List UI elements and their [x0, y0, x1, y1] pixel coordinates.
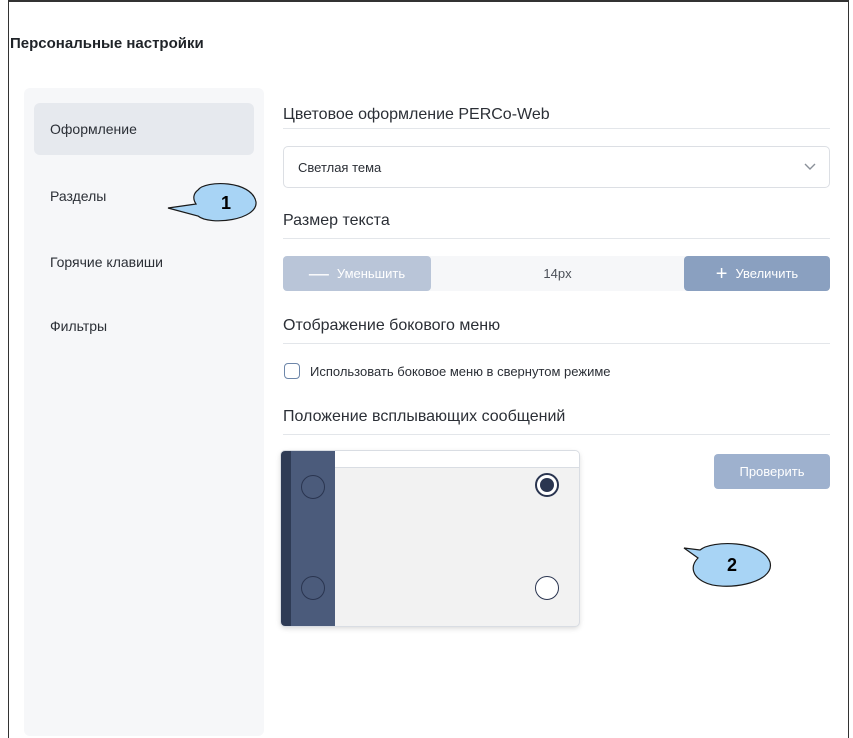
sidebar-item-hotkeys[interactable]: Горячие клавиши [34, 236, 254, 288]
text-size-stepper: — Уменьшить 14px + Увеличить [283, 256, 830, 291]
theme-section-label: Цветовое оформление PERCo-Web [283, 106, 550, 123]
decrease-text-button[interactable]: — Уменьшить [283, 256, 431, 291]
chevron-down-icon [804, 163, 816, 170]
page-title: Персональные настройки [10, 35, 204, 52]
collapsed-menu-checkbox[interactable] [284, 363, 300, 379]
preview-menu-strip [281, 451, 291, 626]
theme-select-value: Светлая тема [298, 159, 382, 175]
divider [283, 128, 830, 129]
callout-1: 1 [167, 182, 257, 222]
callout-1-label: 1 [221, 193, 231, 213]
text-size-value: 14px [543, 266, 572, 281]
notification-position-preview [281, 451, 579, 626]
increase-text-button[interactable]: + Увеличить [684, 256, 830, 291]
text-size-section-label: Размер текста [283, 212, 390, 229]
divider [283, 238, 830, 239]
side-menu-section-label: Отображение бокового меню [283, 317, 501, 334]
sidebar-item-filters[interactable]: Фильтры [34, 300, 254, 352]
sidebar-item-appearance[interactable]: Оформление [34, 103, 254, 155]
position-radio-bottom-left[interactable] [301, 576, 325, 600]
plus-icon: + [715, 262, 728, 285]
increase-text-label: Увеличить [735, 266, 799, 281]
divider [283, 434, 830, 435]
callout-2: 2 [683, 542, 771, 587]
preview-header [335, 451, 579, 468]
position-radio-top-left[interactable] [301, 475, 325, 499]
callout-2-label: 2 [727, 555, 737, 575]
position-radio-bottom-right[interactable] [535, 576, 559, 600]
collapsed-menu-label: Использовать боковое меню в свернутом ре… [310, 363, 611, 379]
check-notification-button[interactable]: Проверить [714, 454, 830, 489]
theme-select[interactable]: Светлая тема [283, 146, 830, 188]
notifications-section-label: Положение всплывающих сообщений [283, 408, 566, 425]
position-radio-top-right[interactable] [535, 473, 559, 497]
decrease-text-label: Уменьшить [336, 266, 406, 281]
collapsed-menu-option[interactable]: Использовать боковое меню в свернутом ре… [284, 363, 611, 379]
minus-icon: — [308, 262, 329, 285]
divider [283, 343, 830, 344]
